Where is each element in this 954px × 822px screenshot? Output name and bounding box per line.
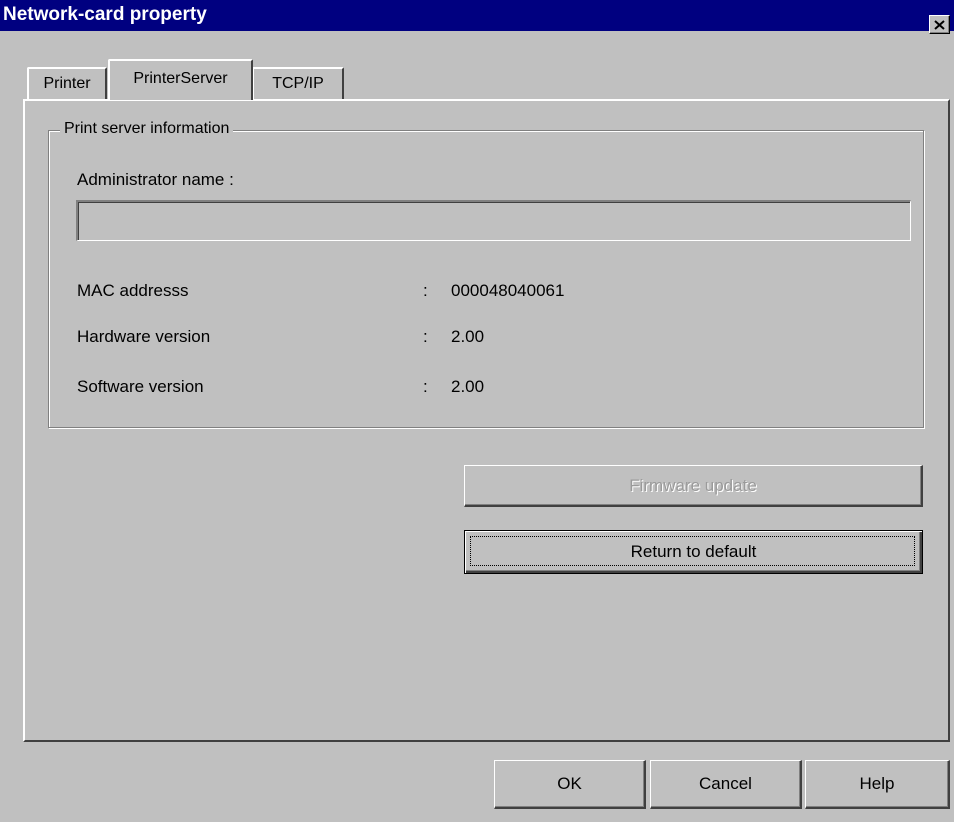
admin-name-label: Administrator name : bbox=[77, 170, 234, 189]
firmware-update-button[interactable]: Firmware update bbox=[464, 465, 923, 507]
mac-address-sep: : bbox=[423, 281, 428, 300]
help-label: Help bbox=[859, 774, 895, 793]
firmware-update-label: Firmware update bbox=[629, 475, 757, 495]
cancel-label: Cancel bbox=[699, 774, 752, 793]
tab-printer-label: Printer bbox=[43, 75, 91, 92]
tab-tcpip[interactable]: TCP/IP bbox=[252, 67, 344, 99]
hardware-version-sep: : bbox=[423, 327, 428, 346]
software-version-value: 2.00 bbox=[451, 377, 485, 396]
software-version-label: Software version bbox=[77, 377, 204, 396]
group-legend: Print server information bbox=[60, 120, 234, 138]
mac-address-value: 000048040061 bbox=[451, 281, 565, 300]
hardware-version-label: Hardware version bbox=[77, 327, 211, 346]
ok-button[interactable]: OK bbox=[494, 760, 646, 809]
focus-ring bbox=[470, 536, 915, 566]
tab-printer[interactable]: Printer bbox=[27, 67, 107, 99]
tab-tcpip-label: TCP/IP bbox=[272, 75, 324, 92]
admin-name-field[interactable] bbox=[76, 200, 911, 241]
hardware-version-value: 2.00 bbox=[451, 327, 485, 346]
software-version-sep: : bbox=[423, 377, 428, 396]
close-icon bbox=[934, 19, 945, 30]
ok-label: OK bbox=[557, 774, 582, 793]
help-button[interactable]: Help bbox=[805, 760, 950, 809]
title-bar: Network-card property bbox=[0, 0, 954, 31]
return-to-default-button[interactable]: Return to default bbox=[464, 530, 923, 574]
cancel-button[interactable]: Cancel bbox=[650, 760, 802, 809]
close-button[interactable] bbox=[929, 15, 950, 34]
tab-printerserver-label: PrinterServer bbox=[133, 70, 228, 87]
tab-printerserver[interactable]: PrinterServer bbox=[108, 59, 253, 100]
mac-address-label: MAC addresss bbox=[77, 281, 189, 300]
window-title: Network-card property bbox=[3, 4, 207, 25]
